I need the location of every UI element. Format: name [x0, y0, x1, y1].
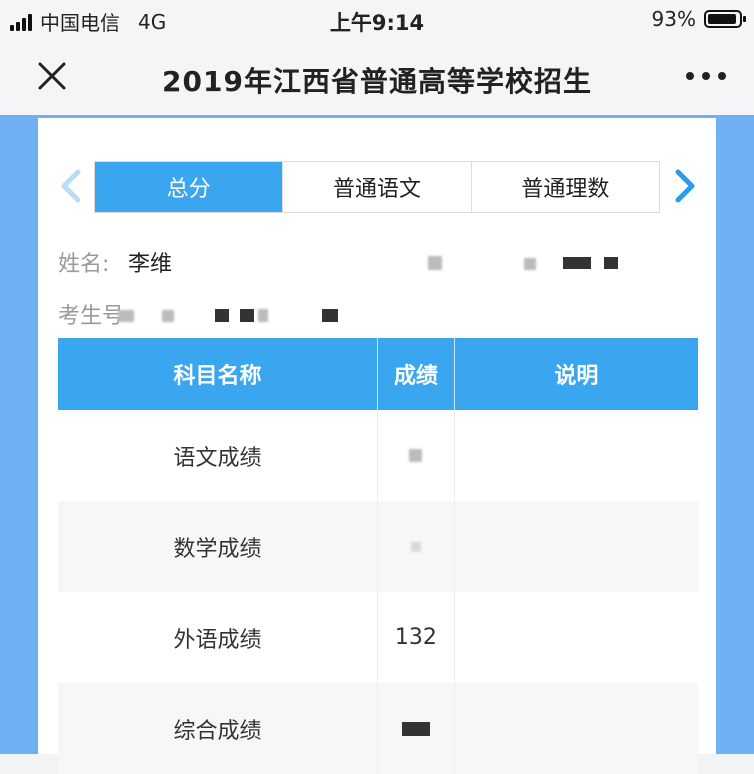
- redaction-mark: [563, 257, 591, 269]
- subject-cell: 语文成绩: [173, 445, 262, 471]
- page-title: 2019年江西省普通高等学校招生: [162, 65, 592, 98]
- redaction-mark: [258, 309, 268, 322]
- redaction-mark: [401, 721, 430, 736]
- note-cell: [453, 683, 698, 774]
- chevron-left-icon[interactable]: [58, 168, 84, 204]
- more-icon[interactable]: [686, 72, 726, 80]
- score-cell: [377, 410, 454, 501]
- redaction-mark: [410, 541, 421, 552]
- redaction-mark: [428, 256, 442, 270]
- header-subject: 科目名称: [173, 364, 262, 389]
- close-icon[interactable]: [34, 58, 70, 94]
- battery-fill: [708, 14, 736, 24]
- redaction-mark: [604, 257, 618, 269]
- tab-total[interactable]: 总分: [95, 162, 283, 212]
- note-cell: [453, 410, 698, 501]
- status-time: 上午9:14: [329, 11, 425, 35]
- status-bar: 中国电信 4G 上午9:14 93%: [0, 0, 754, 40]
- tab-chinese[interactable]: 普通语文: [282, 162, 470, 212]
- redaction-mark: [118, 310, 134, 322]
- candidate-id-label: 考生号: [58, 304, 125, 329]
- nav-bar: 2019年江西省普通高等学校招生: [0, 40, 754, 115]
- header-note: 说明: [453, 338, 698, 410]
- score-table: 科目名称 成绩 说明 语文成绩 数学成绩 外语成绩 132 综合成绩: [58, 338, 698, 774]
- score-cell: 132: [377, 592, 454, 683]
- redaction-mark: [162, 310, 174, 322]
- table-header: 科目名称 成绩 说明: [58, 338, 698, 410]
- name-label: 姓名:: [58, 252, 110, 277]
- name-value: 李维: [128, 252, 173, 277]
- battery-icon: [704, 10, 746, 28]
- redaction-mark: [215, 309, 229, 322]
- subject-tabs: 总分 普通语文 普通理数: [94, 161, 660, 213]
- table-row: 数学成绩: [58, 501, 698, 592]
- subject-cell: 数学成绩: [173, 536, 262, 562]
- table-row: 语文成绩: [58, 410, 698, 501]
- score-cell: [377, 501, 454, 592]
- chevron-right-icon[interactable]: [672, 168, 698, 204]
- subject-cell: 外语成绩: [173, 627, 262, 653]
- redaction-mark: [240, 309, 254, 322]
- status-right: 93%: [651, 7, 746, 31]
- battery-percent: 93%: [651, 7, 696, 31]
- header-score: 成绩: [377, 338, 454, 410]
- redaction-mark: [524, 258, 536, 270]
- table-row: 外语成绩 132: [58, 592, 698, 683]
- note-cell: [453, 592, 698, 683]
- table-row: 综合成绩: [58, 683, 698, 774]
- subject-cell: 综合成绩: [173, 718, 262, 744]
- redaction-mark: [409, 449, 423, 462]
- redaction-mark: [322, 309, 338, 322]
- score-cell: [377, 683, 454, 774]
- tab-math[interactable]: 普通理数: [470, 162, 659, 212]
- note-cell: [453, 501, 698, 592]
